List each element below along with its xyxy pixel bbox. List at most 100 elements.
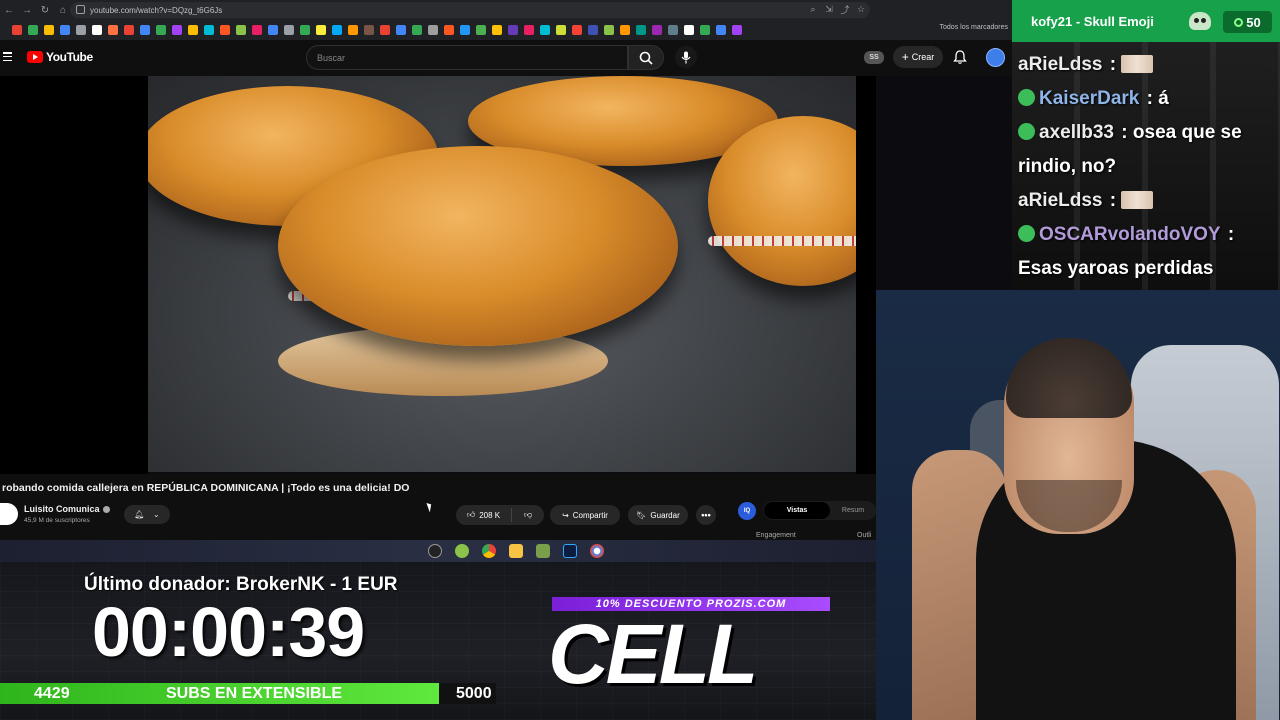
- extension-logo[interactable]: IQ: [738, 502, 756, 520]
- install-icon[interactable]: ⇲: [824, 4, 834, 14]
- bookmark-favicon-icon[interactable]: [28, 25, 38, 35]
- bookmark-favicon-icon[interactable]: [428, 25, 438, 35]
- taskbar: [0, 540, 876, 562]
- create-label: Crear: [911, 52, 935, 62]
- bookmark-favicon-icon[interactable]: [460, 25, 470, 35]
- bookmark-favicon-icon[interactable]: [92, 25, 102, 35]
- bookmark-favicon-icon[interactable]: [396, 25, 406, 35]
- tab-resumen[interactable]: Resum: [830, 507, 876, 514]
- burger-bun: [278, 146, 678, 346]
- create-button[interactable]: + Crear: [893, 46, 943, 68]
- share-icon[interactable]: ⤴: [840, 4, 850, 15]
- player-letterbox-left: [0, 76, 148, 474]
- channel-points-value: 50: [1246, 14, 1261, 30]
- bookmark-favicon-icon[interactable]: [76, 25, 86, 35]
- hamburger-menu-icon[interactable]: [3, 52, 12, 61]
- bookmark-favicon-icon[interactable]: [684, 25, 694, 35]
- photoshop-icon[interactable]: [563, 544, 577, 558]
- save-button[interactable]: 🔖︎ Guardar: [628, 505, 688, 525]
- dislike-button[interactable]: 👎︎: [512, 510, 544, 520]
- bookmark-favicon-icon[interactable]: [172, 25, 182, 35]
- ss-extension-badge[interactable]: SS: [864, 51, 884, 64]
- bookmark-favicon-icon[interactable]: [284, 25, 294, 35]
- search-input[interactable]: Buscar: [306, 45, 628, 70]
- subscriber-badge-icon: [1018, 123, 1035, 140]
- bookmark-star-icon[interactable]: ☆: [856, 4, 866, 14]
- more-actions-button[interactable]: •••: [696, 505, 716, 525]
- bookmark-favicon-icon[interactable]: [652, 25, 662, 35]
- bookmark-favicon-icon[interactable]: [60, 25, 70, 35]
- bookmark-favicon-icon[interactable]: [44, 25, 54, 35]
- bookmark-favicon-icon[interactable]: [300, 25, 310, 35]
- bookmark-favicon-icon[interactable]: [412, 25, 422, 35]
- search-button[interactable]: [628, 45, 664, 70]
- bookmark-favicon-icon[interactable]: [12, 25, 22, 35]
- bookmark-favicon-icon[interactable]: [588, 25, 598, 35]
- paint-icon[interactable]: [590, 544, 604, 558]
- video-player[interactable]: [148, 76, 856, 472]
- bookmark-favicon-icon[interactable]: [492, 25, 502, 35]
- bookmark-favicon-icon[interactable]: [668, 25, 678, 35]
- bookmark-favicon-icon[interactable]: [332, 25, 342, 35]
- bookmark-favicon-icon[interactable]: [364, 25, 374, 35]
- chat-message: aRieLdss :: [1018, 48, 1274, 82]
- account-avatar[interactable]: [986, 48, 1005, 67]
- youtube-logo[interactable]: YouTube: [27, 50, 93, 64]
- file-explorer-icon[interactable]: [509, 544, 523, 558]
- bookmark-favicon-icon[interactable]: [236, 25, 246, 35]
- bookmark-favicon-icon[interactable]: [508, 25, 518, 35]
- bookmark-favicon-icon[interactable]: [188, 25, 198, 35]
- bookmark-favicon-icon[interactable]: [220, 25, 230, 35]
- reload-icon[interactable]: ↻: [36, 1, 54, 19]
- share-button[interactable]: ↪ Compartir: [550, 505, 620, 525]
- bookmark-favicon-icon[interactable]: [524, 25, 534, 35]
- chat-username: aRieLdss: [1018, 54, 1103, 75]
- redemption-reward: - Skull Emoji: [1075, 14, 1154, 29]
- tab-vistas[interactable]: Vistas: [764, 502, 830, 519]
- bookmark-favicon-icon[interactable]: [380, 25, 390, 35]
- bookmark-favicon-icon[interactable]: [636, 25, 646, 35]
- bookmark-favicon-icon[interactable]: [476, 25, 486, 35]
- search-placeholder: Buscar: [317, 52, 346, 63]
- chat-username: KaiserDark: [1039, 88, 1140, 109]
- bookmark-favicon-icon[interactable]: [268, 25, 278, 35]
- xbox-app-icon[interactable]: [455, 544, 469, 558]
- redemption-user: kofy21: [1031, 14, 1073, 29]
- channel-avatar[interactable]: [0, 503, 18, 525]
- obs-icon[interactable]: [428, 544, 442, 558]
- voice-search-button[interactable]: [675, 46, 697, 68]
- back-icon[interactable]: ←: [0, 1, 18, 19]
- like-button[interactable]: 👍︎ 208 K: [456, 508, 512, 522]
- bookmark-favicon-icon[interactable]: [620, 25, 630, 35]
- bookmark-favicon-icon[interactable]: [604, 25, 614, 35]
- forward-icon[interactable]: →: [18, 1, 36, 19]
- address-bar[interactable]: youtube.com/watch?v=DQzg_t6G6Js ⌕ ⇲ ⤴ ☆: [70, 2, 870, 18]
- bookmark-favicon-icon[interactable]: [572, 25, 582, 35]
- bookmark-favicon-icon[interactable]: [716, 25, 726, 35]
- bookmark-favicon-icon[interactable]: [108, 25, 118, 35]
- bookmark-favicon-icon[interactable]: [444, 25, 454, 35]
- bookmark-favicon-icon[interactable]: [700, 25, 710, 35]
- zoom-icon[interactable]: ⌕: [808, 4, 818, 14]
- bookmark-favicon-icon[interactable]: [348, 25, 358, 35]
- bookmark-favicon-icon[interactable]: [156, 25, 166, 35]
- channel-name[interactable]: Luisito Comunica: [24, 504, 110, 514]
- subs-goal-bar: 4429 SUBS EN EXTENSIBLE 5000: [0, 683, 496, 704]
- chrome-icon[interactable]: [482, 544, 496, 558]
- sponsor-logo: CELL: [548, 607, 758, 701]
- minecraft-icon[interactable]: [536, 544, 550, 558]
- bookmarks-bar: [0, 20, 1012, 40]
- bookmark-favicon-icon[interactable]: [124, 25, 134, 35]
- all-bookmarks[interactable]: Todos los marcadores: [940, 24, 1008, 31]
- bookmark-favicon-icon[interactable]: [316, 25, 326, 35]
- bookmark-favicon-icon[interactable]: [540, 25, 550, 35]
- bookmark-favicon-icon[interactable]: [556, 25, 566, 35]
- chat-messages: aRieLdss : KaiserDark : á axellb33 : ose…: [1018, 48, 1274, 286]
- site-info-icon[interactable]: [76, 5, 85, 14]
- bookmark-favicon-icon[interactable]: [204, 25, 214, 35]
- bookmark-favicon-icon[interactable]: [252, 25, 262, 35]
- bookmark-favicon-icon[interactable]: [140, 25, 150, 35]
- notifications-bell-icon[interactable]: [952, 49, 968, 65]
- bookmark-favicon-icon[interactable]: [732, 25, 742, 35]
- subscription-bell-button[interactable]: 🔔︎ ⌄: [124, 505, 170, 524]
